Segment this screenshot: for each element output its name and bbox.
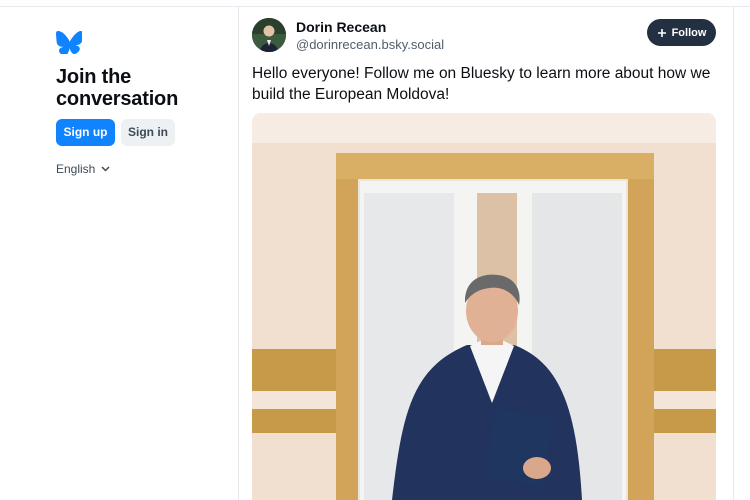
avatar[interactable]	[252, 18, 286, 52]
language-label: English	[56, 162, 96, 176]
post-photo[interactable]	[252, 113, 716, 500]
signup-panel: Join the conversation Sign up Sign in En…	[0, 0, 238, 500]
author-name[interactable]: Dorin Recean	[296, 19, 386, 35]
butterfly-icon[interactable]	[56, 31, 82, 54]
plus-icon	[657, 28, 666, 37]
join-heading: Join the conversation	[56, 66, 179, 110]
follow-button[interactable]: Follow	[647, 19, 716, 46]
chevron-down-icon	[101, 166, 110, 172]
author-handle[interactable]: @dorinrecean.bsky.social	[296, 37, 444, 52]
follow-label: Follow	[671, 26, 707, 39]
right-column-divider	[733, 6, 734, 500]
language-selector[interactable]: English	[56, 162, 110, 176]
post-text: Hello everyone! Follow me on Bluesky to …	[252, 65, 711, 103]
sign-in-button[interactable]: Sign in	[121, 119, 175, 146]
sign-up-button[interactable]: Sign up	[56, 119, 115, 146]
column-divider	[238, 6, 239, 500]
post-photo-image	[252, 113, 716, 500]
